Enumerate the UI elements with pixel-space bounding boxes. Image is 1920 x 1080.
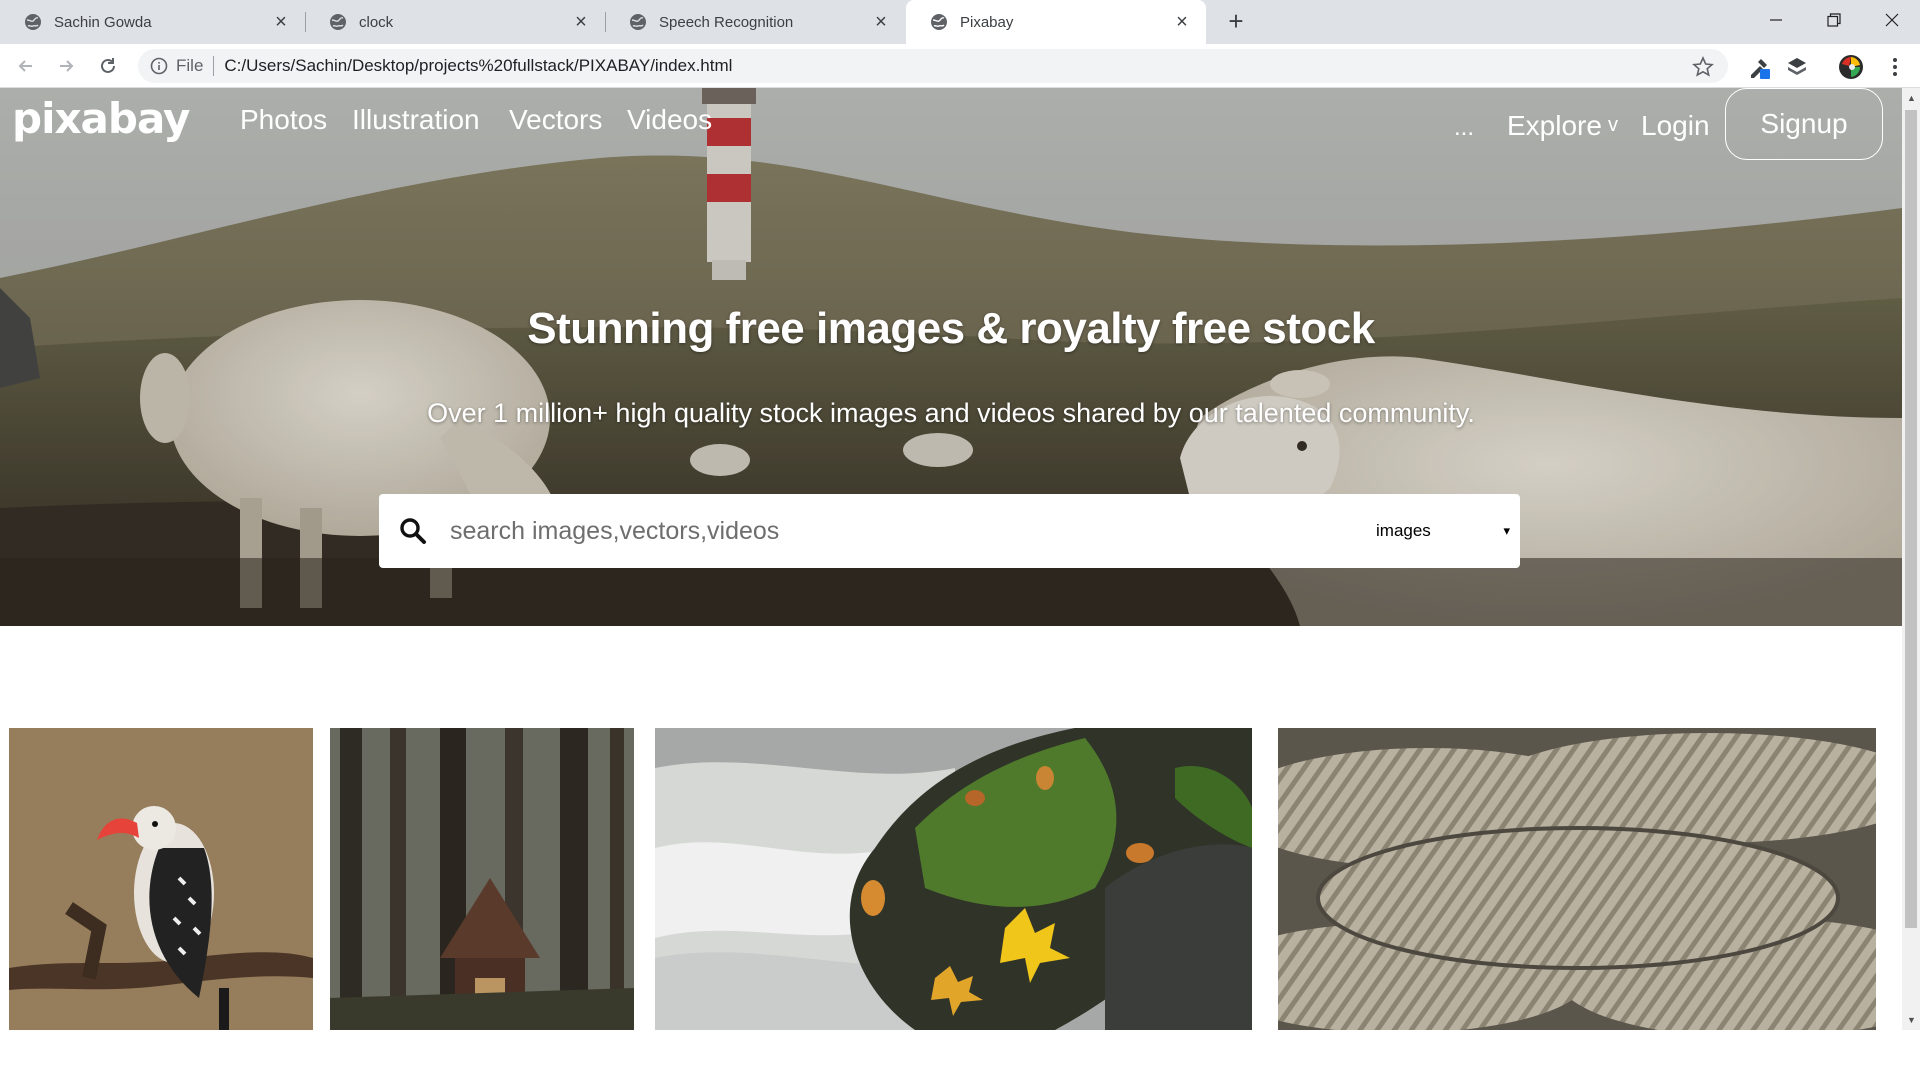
nav-photos[interactable]: Photos — [240, 104, 327, 136]
tab-close-icon[interactable]: × — [871, 12, 891, 32]
globe-icon — [330, 14, 346, 30]
reload-icon — [101, 58, 115, 73]
hero-subtitle: Over 1 million+ high quality stock image… — [427, 398, 1475, 428]
rope-knot-image — [1278, 728, 1876, 1030]
globe-icon — [25, 14, 41, 30]
restore-icon — [1827, 13, 1841, 27]
tab-close-icon[interactable]: × — [1172, 12, 1192, 32]
menu-dots-icon[interactable] — [1882, 54, 1908, 80]
gallery-image-rope-knot[interactable] — [1278, 728, 1876, 1030]
tab-sachin-gowda[interactable]: Sachin Gowda × — [0, 0, 306, 44]
tab-clock[interactable]: clock × — [305, 0, 606, 44]
profile-avatar-icon[interactable] — [1838, 54, 1864, 80]
address-bar[interactable]: File C:/Users/Sachin/Desktop/projects%20… — [138, 49, 1728, 83]
eyedropper-extension-icon[interactable] — [1746, 54, 1772, 80]
tab-speech-recognition[interactable]: Speech Recognition × — [605, 0, 905, 44]
scheme-label: File — [176, 56, 204, 75]
bookmark-star-icon[interactable] — [1692, 56, 1714, 78]
scrollbar-thumb[interactable] — [1905, 110, 1917, 928]
forest-cabin-image — [330, 728, 634, 1030]
gallery-image-forest-cabin[interactable] — [330, 728, 634, 1030]
info-icon[interactable] — [150, 57, 168, 75]
layers-extension-icon[interactable] — [1784, 54, 1810, 80]
url-text[interactable]: C:/Users/Sachin/Desktop/projects%20fulls… — [224, 56, 732, 76]
hero-title: Stunning free images & royalty free stoc… — [527, 304, 1375, 353]
nav-videos[interactable]: Videos — [627, 104, 712, 136]
forward-arrow-icon — [60, 60, 74, 72]
media-type-select[interactable]: images ▾ — [1370, 514, 1510, 548]
signup-button[interactable]: Signup — [1725, 88, 1883, 160]
forward-button[interactable] — [52, 52, 80, 80]
globe-icon — [630, 14, 646, 30]
tab-pixabay[interactable]: Pixabay × — [906, 0, 1206, 44]
close-icon — [1885, 13, 1899, 27]
scroll-up-arrow-icon[interactable]: ▲ — [1907, 94, 1916, 103]
hero-section: pixabay Photos Illustration Vectors Vide… — [0, 88, 1902, 626]
gallery-image-hornbill[interactable] — [9, 728, 313, 1030]
nav-vectors[interactable]: Vectors — [509, 104, 602, 136]
tab-close-icon[interactable]: × — [271, 12, 291, 32]
browser-tabstrip: Sachin Gowda × clock × Speech Recognitio… — [0, 0, 1920, 44]
page-scrollbar[interactable]: ▲ ▼ — [1902, 88, 1920, 1030]
pixabay-logo[interactable]: pixabay — [12, 94, 190, 143]
page-viewport: pixabay Photos Illustration Vectors Vide… — [0, 88, 1902, 1030]
scroll-down-arrow-icon[interactable]: ▼ — [1907, 1016, 1916, 1025]
minimize-icon — [1770, 19, 1782, 21]
close-window-button[interactable] — [1864, 0, 1920, 40]
tab-title: Pixabay — [960, 13, 1014, 31]
nav-login[interactable]: Login — [1641, 110, 1710, 142]
tab-title: Speech Recognition — [659, 13, 794, 31]
globe-icon — [931, 14, 947, 30]
new-tab-button[interactable]: + — [1222, 8, 1250, 36]
nav-more[interactable]: ... — [1454, 114, 1474, 142]
minimize-button[interactable] — [1748, 0, 1804, 40]
tab-title: Sachin Gowda — [54, 13, 152, 31]
restore-button[interactable] — [1806, 0, 1862, 40]
explore-caret-icon[interactable]: v — [1608, 114, 1618, 137]
tab-title: clock — [359, 13, 394, 31]
reload-button[interactable] — [94, 52, 122, 80]
mossy-rock-waterfall-image — [655, 728, 1252, 1030]
browser-toolbar: File C:/Users/Sachin/Desktop/projects%20… — [0, 44, 1920, 88]
nav-explore[interactable]: Explore — [1507, 110, 1602, 142]
gallery-image-mossy-rock[interactable] — [655, 728, 1252, 1030]
media-type-value: images — [1376, 521, 1431, 540]
address-divider — [213, 56, 215, 76]
back-arrow-icon — [18, 60, 32, 72]
tab-close-icon[interactable]: × — [571, 12, 591, 32]
hornbill-bird-image — [9, 728, 313, 1030]
search-icon[interactable] — [398, 516, 428, 546]
search-input[interactable] — [450, 516, 1330, 546]
search-bar: images ▾ — [379, 494, 1520, 568]
nav-illustration[interactable]: Illustration — [352, 104, 480, 136]
back-button[interactable] — [12, 52, 40, 80]
dropdown-caret-icon: ▾ — [1503, 523, 1510, 538]
